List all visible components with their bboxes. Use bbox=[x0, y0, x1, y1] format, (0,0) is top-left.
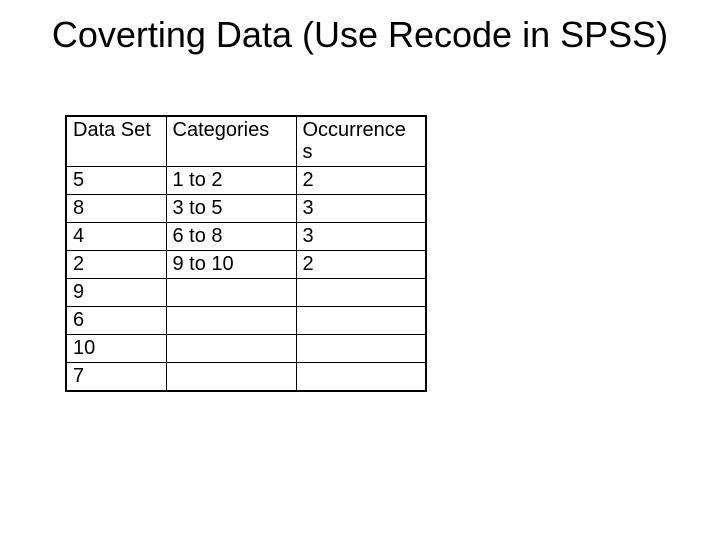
table-row: 2 9 to 10 2 bbox=[66, 250, 426, 278]
cell-occur: 2 bbox=[296, 166, 426, 194]
cell-occur bbox=[296, 334, 426, 362]
header-occ-line2: s bbox=[303, 141, 313, 163]
header-occurrences: Occurrence s bbox=[296, 116, 426, 166]
cell-occur bbox=[296, 362, 426, 391]
cell-data-set: 2 bbox=[66, 250, 166, 278]
table-row: 5 1 to 2 2 bbox=[66, 166, 426, 194]
cell-occur bbox=[296, 278, 426, 306]
header-data-set: Data Set bbox=[66, 116, 166, 166]
cell-category: 3 to 5 bbox=[166, 194, 296, 222]
data-table: Data Set Categories Occurrence s 5 1 to … bbox=[65, 115, 427, 392]
table-row: 4 6 to 8 3 bbox=[66, 222, 426, 250]
table-row: 7 bbox=[66, 362, 426, 391]
cell-data-set: 4 bbox=[66, 222, 166, 250]
table-row: 6 bbox=[66, 306, 426, 334]
cell-occur: 3 bbox=[296, 222, 426, 250]
cell-data-set: 5 bbox=[66, 166, 166, 194]
cell-category bbox=[166, 362, 296, 391]
slide-title: Coverting Data (Use Recode in SPSS) bbox=[40, 14, 680, 55]
cell-data-set: 7 bbox=[66, 362, 166, 391]
cell-occur bbox=[296, 306, 426, 334]
cell-category: 9 to 10 bbox=[166, 250, 296, 278]
cell-category: 1 to 2 bbox=[166, 166, 296, 194]
table-row: 10 bbox=[66, 334, 426, 362]
slide: Coverting Data (Use Recode in SPSS) Data… bbox=[0, 0, 720, 540]
header-occ-line1: Occurrence bbox=[303, 119, 406, 141]
cell-data-set: 8 bbox=[66, 194, 166, 222]
table-row: 9 bbox=[66, 278, 426, 306]
table-row: 8 3 to 5 3 bbox=[66, 194, 426, 222]
cell-data-set: 9 bbox=[66, 278, 166, 306]
cell-category bbox=[166, 278, 296, 306]
cell-data-set: 6 bbox=[66, 306, 166, 334]
cell-occur: 3 bbox=[296, 194, 426, 222]
data-table-wrap: Data Set Categories Occurrence s 5 1 to … bbox=[65, 115, 680, 392]
cell-category bbox=[166, 306, 296, 334]
cell-occur: 2 bbox=[296, 250, 426, 278]
table-header-row: Data Set Categories Occurrence s bbox=[66, 116, 426, 166]
header-categories: Categories bbox=[166, 116, 296, 166]
cell-category bbox=[166, 334, 296, 362]
cell-category: 6 to 8 bbox=[166, 222, 296, 250]
cell-data-set: 10 bbox=[66, 334, 166, 362]
